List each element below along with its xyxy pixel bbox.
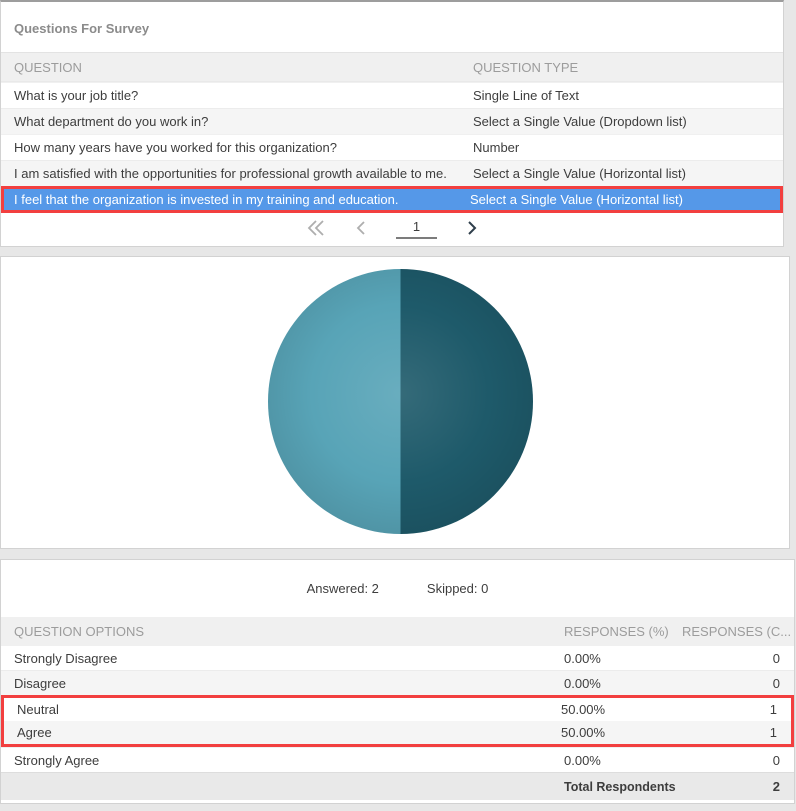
- count-cell: 0: [772, 675, 780, 691]
- chart-panel: [0, 256, 790, 549]
- count-cell: 0: [772, 650, 780, 666]
- results-table-header: QUESTION OPTIONS RESPONSES (%) RESPONSES…: [1, 617, 794, 645]
- result-row: Disagree 0.00% 0: [1, 670, 794, 695]
- pct-cell: 50.00%: [561, 702, 606, 717]
- question-cell: What is your job title?: [14, 88, 139, 103]
- column-header-responses-count: RESPONSES (C...: [682, 623, 792, 639]
- double-chevron-left-icon: [306, 219, 326, 240]
- result-row: Strongly Agree 0.00% 0: [1, 747, 794, 772]
- column-header-question: QUESTION: [14, 59, 82, 75]
- total-respondents-value: 2: [772, 779, 780, 794]
- pct-cell: 0.00%: [564, 752, 601, 768]
- result-row-highlighted: Agree 50.00% 1: [4, 721, 791, 744]
- first-page-button[interactable]: [306, 219, 326, 240]
- question-type-cell: Number: [473, 140, 520, 155]
- column-header-question-type: QUESTION TYPE: [473, 59, 579, 75]
- count-cell: 0: [772, 752, 780, 768]
- chevron-right-icon: [466, 220, 478, 239]
- question-cell: How many years have you worked for this …: [14, 140, 337, 155]
- pct-cell: 50.00%: [561, 725, 606, 740]
- pie-chart[interactable]: [268, 269, 533, 534]
- question-type-cell: Single Line of Text: [473, 88, 579, 103]
- question-type-cell: Select a Single Value (Horizontal list): [473, 166, 686, 181]
- current-page[interactable]: 1: [396, 219, 437, 239]
- result-row-highlighted: Neutral 50.00% 1: [4, 698, 791, 721]
- question-row[interactable]: How many years have you worked for this …: [1, 134, 783, 160]
- panel-title: Questions For Survey: [14, 21, 150, 36]
- column-header-responses-pct: RESPONSES (%): [564, 623, 669, 639]
- option-cell: Agree: [17, 725, 52, 740]
- results-panel: Answered: 2 Skipped: 0 QUESTION OPTIONS …: [0, 559, 795, 804]
- result-row: Strongly Disagree 0.00% 0: [1, 645, 794, 670]
- option-cell: Neutral: [17, 702, 59, 717]
- total-respondents-label: Total Respondents: [564, 780, 676, 794]
- question-cell: I feel that the organization is invested…: [14, 192, 399, 207]
- question-row-selected[interactable]: I feel that the organization is invested…: [1, 186, 783, 213]
- question-cell: What department do you work in?: [14, 114, 209, 129]
- pct-cell: 0.00%: [564, 675, 601, 691]
- chevron-left-icon: [355, 220, 367, 239]
- option-cell: Disagree: [14, 675, 67, 691]
- answer-stats: Answered: 2 Skipped: 0: [1, 560, 794, 617]
- questions-table-header: QUESTION QUESTION TYPE: [1, 52, 783, 82]
- pagination: 1: [1, 213, 783, 245]
- option-cell: Strongly Disagree: [14, 650, 118, 666]
- skipped-count: Skipped: 0: [426, 581, 489, 596]
- column-header-question-options: QUESTION OPTIONS: [14, 623, 145, 639]
- count-cell: 1: [769, 702, 777, 717]
- count-cell: 1: [769, 725, 777, 740]
- highlighted-rows-outline: Neutral 50.00% 1 Agree 50.00% 1: [1, 695, 794, 747]
- answered-count: Answered: 2: [306, 581, 379, 596]
- total-respondents-row: Total Respondents 2: [1, 772, 794, 800]
- questions-panel: Questions For Survey QUESTION QUESTION T…: [0, 0, 784, 247]
- prev-page-button[interactable]: [355, 220, 367, 239]
- question-row[interactable]: What department do you work in? Select a…: [1, 108, 783, 134]
- question-type-cell: Select a Single Value (Horizontal list): [470, 192, 683, 207]
- pct-cell: 0.00%: [564, 650, 601, 666]
- question-row[interactable]: I am satisfied with the opportunities fo…: [1, 160, 783, 186]
- question-type-cell: Select a Single Value (Dropdown list): [473, 114, 687, 129]
- question-cell: I am satisfied with the opportunities fo…: [14, 166, 447, 181]
- option-cell: Strongly Agree: [14, 752, 100, 768]
- question-row[interactable]: What is your job title? Single Line of T…: [1, 82, 783, 108]
- next-page-button[interactable]: [466, 220, 478, 239]
